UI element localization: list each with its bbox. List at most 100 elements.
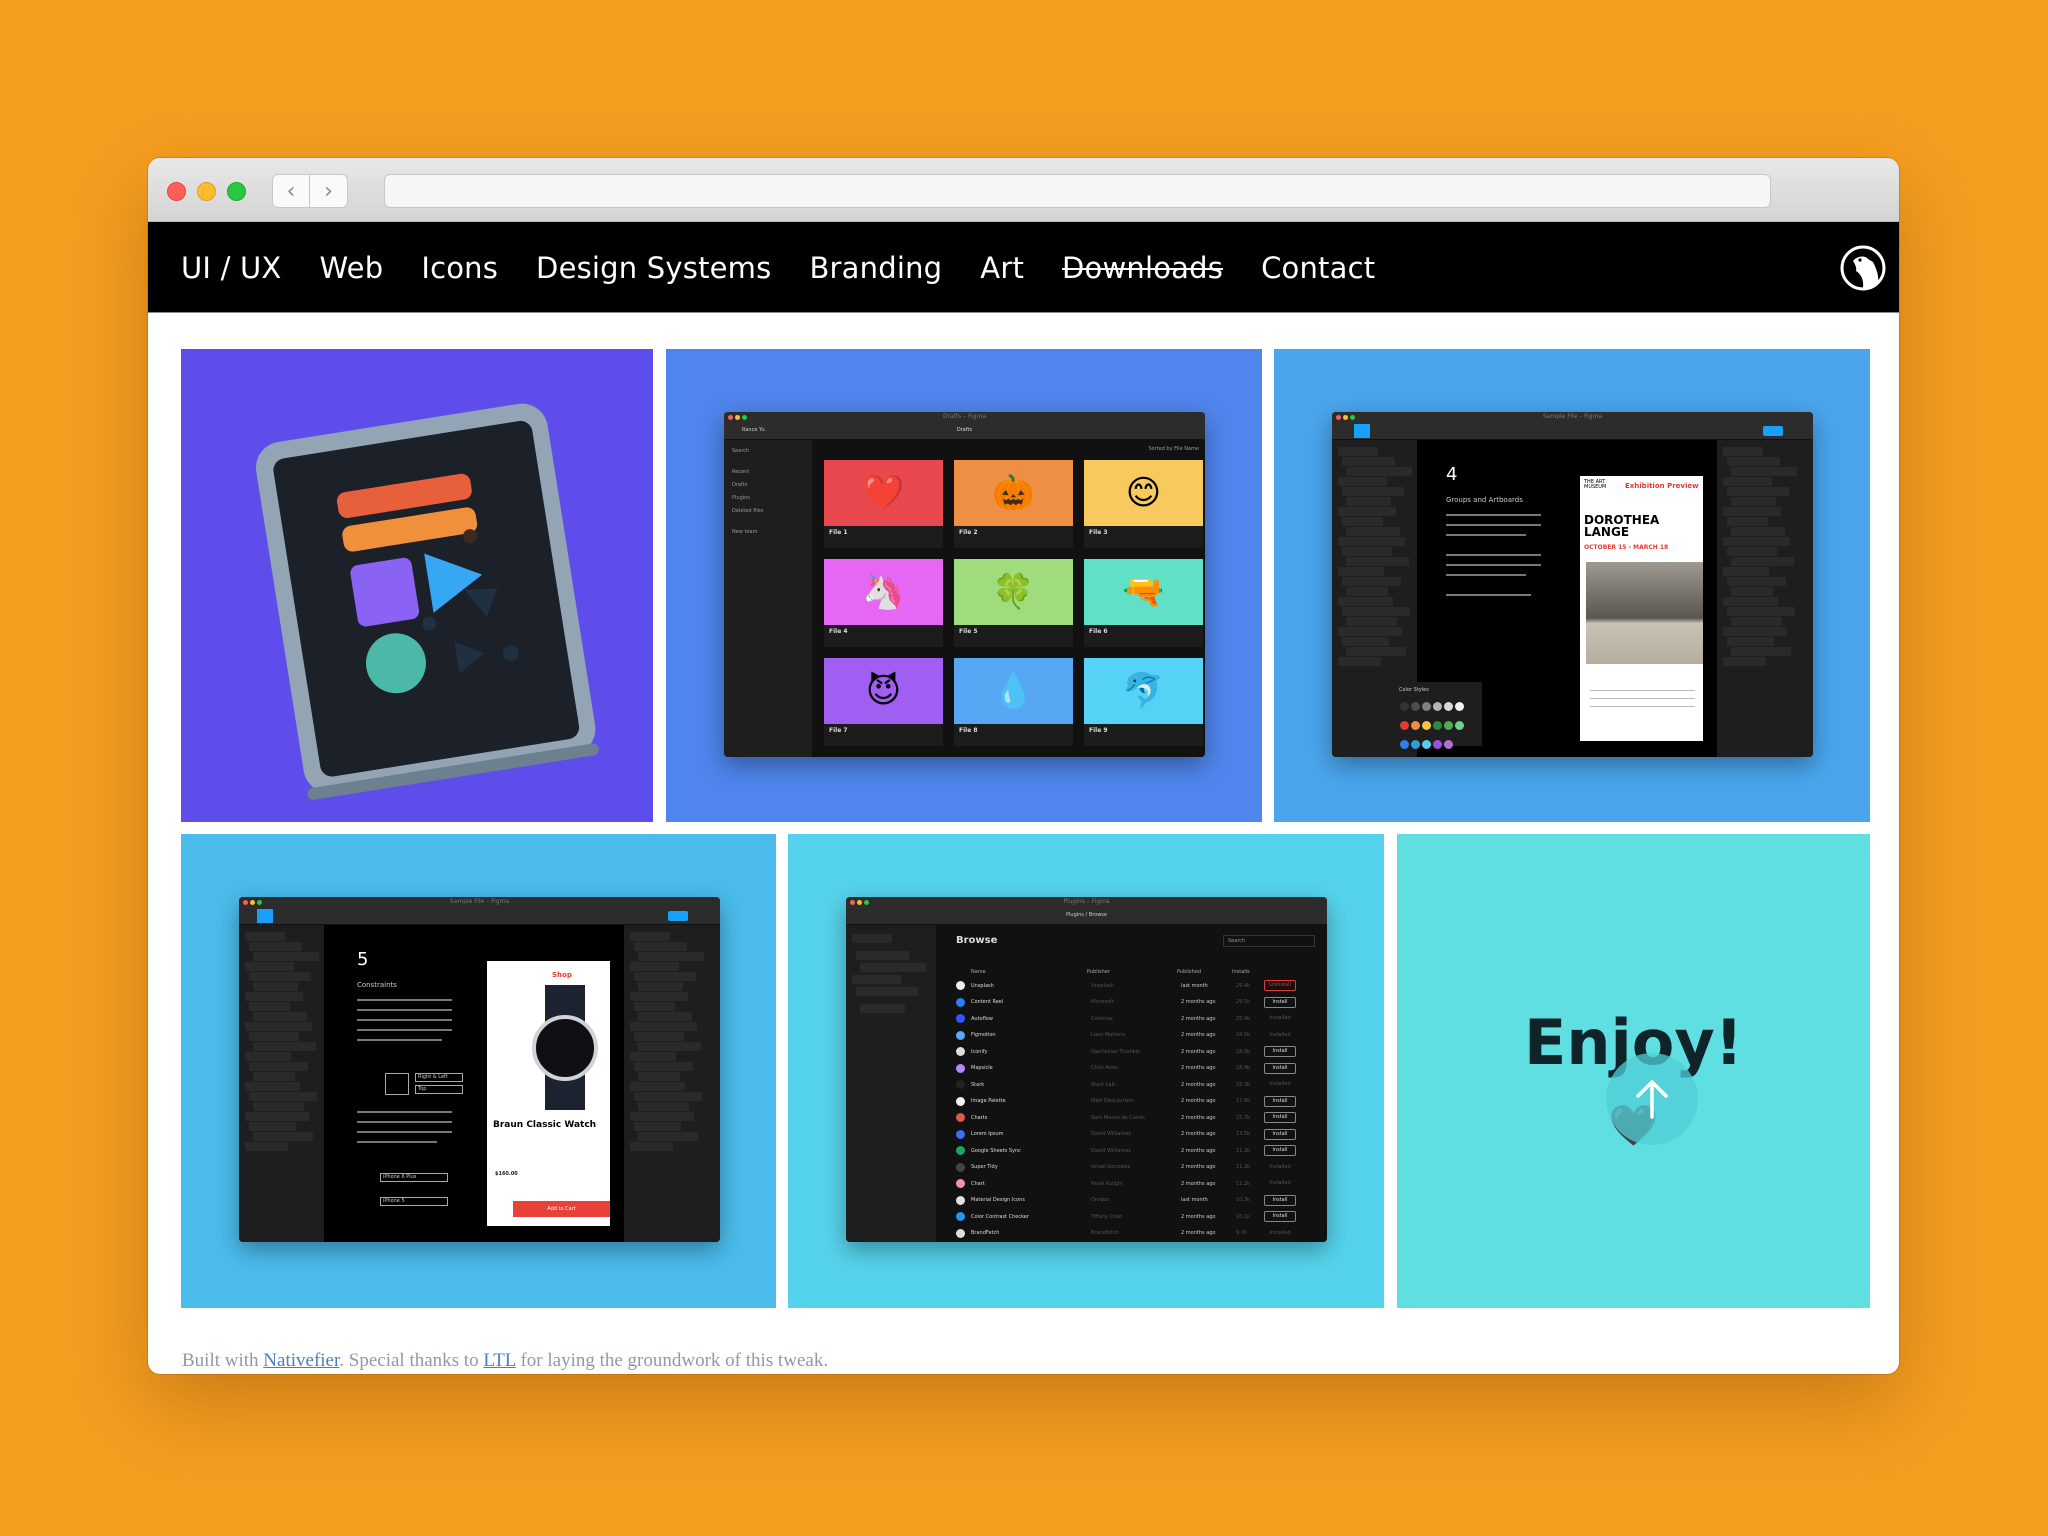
layer-row[interactable] bbox=[249, 972, 311, 981]
constraint-widget[interactable] bbox=[385, 1073, 409, 1095]
layer-row[interactable] bbox=[1338, 447, 1378, 456]
nav-link-contact[interactable]: Contact bbox=[1261, 251, 1375, 285]
sidebar-item[interactable]: Plugins bbox=[732, 495, 804, 508]
sidebar-item[interactable] bbox=[856, 951, 909, 960]
layer-row[interactable] bbox=[638, 982, 683, 991]
layer-row[interactable] bbox=[253, 1132, 313, 1141]
layer-row[interactable] bbox=[1346, 617, 1397, 626]
sidebar-item[interactable]: Drafts bbox=[732, 482, 804, 495]
layer-row[interactable] bbox=[1346, 527, 1400, 536]
plugin-name[interactable]: Figmotion bbox=[971, 1032, 1091, 1038]
layer-row[interactable] bbox=[249, 1002, 290, 1011]
nav-link-icons[interactable]: Icons bbox=[421, 251, 498, 285]
plugin-action-button[interactable]: Install bbox=[1264, 996, 1296, 1008]
ltl-link[interactable]: LTL bbox=[483, 1350, 515, 1371]
layer-row[interactable] bbox=[638, 1132, 698, 1141]
color-swatch[interactable] bbox=[1455, 702, 1464, 711]
plugin-action-button[interactable]: Install bbox=[1264, 1194, 1296, 1206]
plugin-name[interactable]: Mapsicle bbox=[971, 1065, 1091, 1071]
sidebar-item[interactable] bbox=[856, 987, 918, 996]
layer-row[interactable] bbox=[1723, 507, 1781, 516]
color-swatch[interactable] bbox=[1400, 702, 1409, 711]
color-swatch[interactable] bbox=[1455, 721, 1464, 730]
layer-row[interactable] bbox=[630, 1082, 685, 1091]
layer-row[interactable] bbox=[1723, 447, 1763, 456]
layer-row[interactable] bbox=[249, 1122, 296, 1131]
layer-row[interactable] bbox=[1727, 457, 1780, 466]
layer-row[interactable] bbox=[1342, 577, 1401, 586]
plugin-action-button[interactable]: Installed bbox=[1264, 1030, 1296, 1041]
back-button[interactable]: ‹ bbox=[272, 174, 310, 208]
plugin-action-button[interactable]: Install bbox=[1264, 1128, 1296, 1140]
plugin-name[interactable]: Image Palette bbox=[971, 1098, 1091, 1104]
layer-row[interactable] bbox=[1338, 657, 1381, 666]
layer-row[interactable] bbox=[1723, 537, 1790, 546]
file-card[interactable]: 🎃 File 2 bbox=[954, 460, 1073, 548]
sidebar-item[interactable] bbox=[852, 975, 901, 984]
add-to-cart-button[interactable]: Add to Cart bbox=[513, 1201, 610, 1217]
layer-row[interactable] bbox=[638, 1042, 701, 1051]
layer-row[interactable] bbox=[1338, 477, 1387, 486]
color-swatch[interactable] bbox=[1400, 740, 1409, 749]
layer-row[interactable] bbox=[1727, 637, 1774, 646]
sidebar-item[interactable]: Search bbox=[732, 448, 804, 461]
layer-row[interactable] bbox=[1338, 567, 1384, 576]
color-swatch[interactable] bbox=[1433, 740, 1442, 749]
color-swatch[interactable] bbox=[1422, 740, 1431, 749]
color-swatch[interactable] bbox=[1411, 740, 1420, 749]
layer-row[interactable] bbox=[630, 992, 688, 1001]
color-swatch[interactable] bbox=[1444, 721, 1453, 730]
plugin-action-button[interactable]: Installed bbox=[1264, 1079, 1296, 1090]
color-swatch[interactable] bbox=[1444, 740, 1453, 749]
layer-row[interactable] bbox=[1723, 477, 1772, 486]
layer-row[interactable] bbox=[1338, 627, 1402, 636]
layer-row[interactable] bbox=[1731, 647, 1791, 656]
nav-link-ui-ux[interactable]: UI / UX bbox=[181, 251, 281, 285]
nav-link-web[interactable]: Web bbox=[319, 251, 383, 285]
layer-row[interactable] bbox=[634, 1092, 702, 1101]
file-card[interactable]: 🍀 File 5 bbox=[954, 559, 1073, 647]
nav-link-branding[interactable]: Branding bbox=[809, 251, 942, 285]
plugin-action-button[interactable]: Install bbox=[1264, 1211, 1296, 1222]
sidebar-item[interactable]: Deleted files bbox=[732, 508, 804, 521]
layer-row[interactable] bbox=[1346, 647, 1406, 656]
layer-row[interactable] bbox=[1727, 577, 1786, 586]
layer-row[interactable] bbox=[1723, 627, 1787, 636]
layer-row[interactable] bbox=[1342, 637, 1389, 646]
layer-row[interactable] bbox=[1731, 587, 1773, 596]
layer-row[interactable] bbox=[634, 942, 687, 951]
forward-button[interactable]: › bbox=[310, 174, 348, 208]
layer-row[interactable] bbox=[1346, 557, 1409, 566]
portfolio-tile-figma-plugins[interactable]: Plugins – Figma Plugins / Browse Browse … bbox=[788, 834, 1384, 1308]
color-swatch[interactable] bbox=[1433, 702, 1442, 711]
layer-row[interactable] bbox=[1342, 607, 1410, 616]
layer-row[interactable] bbox=[634, 972, 696, 981]
layer-row[interactable] bbox=[249, 942, 302, 951]
layer-row[interactable] bbox=[1342, 487, 1404, 496]
close-window-button[interactable] bbox=[167, 182, 186, 201]
minimize-window-button[interactable] bbox=[197, 182, 216, 201]
horizontal-constraint-select[interactable]: Right & Left bbox=[415, 1073, 463, 1082]
plugin-action-button[interactable]: Install bbox=[1264, 1145, 1296, 1156]
plugin-name[interactable]: Content Reel bbox=[971, 999, 1091, 1005]
layer-row[interactable] bbox=[1731, 617, 1782, 626]
layer-row[interactable] bbox=[1723, 597, 1778, 606]
plugin-name[interactable]: Stark bbox=[971, 1082, 1091, 1088]
layer-row[interactable] bbox=[1346, 497, 1391, 506]
nav-link-downloads[interactable]: Downloads bbox=[1062, 251, 1223, 285]
file-card[interactable]: 😈 File 7 bbox=[824, 658, 943, 746]
layer-row[interactable] bbox=[630, 962, 679, 971]
layer-row[interactable] bbox=[1723, 567, 1769, 576]
device-select-2[interactable]: iPhone 5 bbox=[380, 1197, 448, 1206]
plugin-name[interactable]: Iconify bbox=[971, 1049, 1091, 1055]
layer-row[interactable] bbox=[245, 1112, 309, 1121]
color-swatch[interactable] bbox=[1433, 721, 1442, 730]
portfolio-tile-figma-icon[interactable] bbox=[181, 349, 653, 822]
file-card[interactable]: 🦄 File 4 bbox=[824, 559, 943, 647]
plugin-action-button[interactable]: Installed bbox=[1264, 1228, 1296, 1239]
layer-row[interactable] bbox=[634, 1062, 693, 1071]
layer-row[interactable] bbox=[638, 952, 704, 961]
address-bar[interactable] bbox=[384, 174, 1771, 208]
layer-row[interactable] bbox=[253, 982, 298, 991]
plugin-name[interactable]: Unsplash bbox=[971, 983, 1091, 989]
